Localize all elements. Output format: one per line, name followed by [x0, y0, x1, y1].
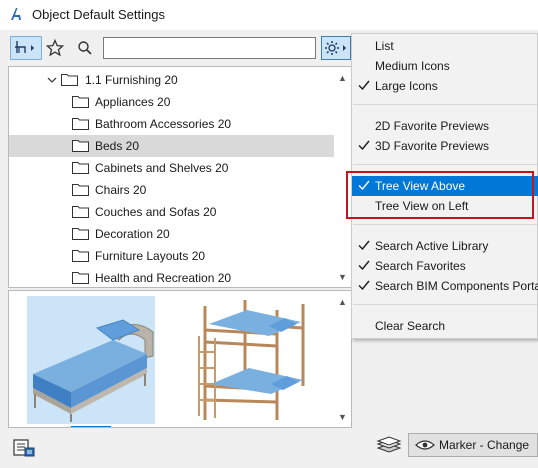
- title-bar: Object Default Settings: [0, 0, 538, 30]
- menu-item-medium-icons[interactable]: Medium Icons: [352, 56, 538, 76]
- folder-icon: [72, 228, 89, 240]
- menu-item-large-icons[interactable]: Large Icons: [352, 76, 538, 96]
- checkmark-icon: [358, 260, 370, 271]
- marker-change-label: Marker - Change: [439, 438, 530, 452]
- chevron-down-icon[interactable]: [46, 74, 58, 86]
- menu-item-search-bim-components-portal[interactable]: Search BIM Components Portal: [352, 276, 538, 296]
- tree-item[interactable]: Decoration 20: [9, 223, 335, 245]
- menu-item-clear-search[interactable]: Clear Search: [352, 316, 538, 336]
- folder-icon: [72, 140, 89, 152]
- favorites-button[interactable]: [44, 36, 66, 60]
- window-title: Object Default Settings: [32, 7, 165, 22]
- menu-item-3d-favorite-previews[interactable]: 3D Favorite Previews: [352, 136, 538, 156]
- menu-item-label: Tree View Above: [375, 179, 466, 193]
- menu-separator: [353, 104, 538, 105]
- gear-icon: [325, 41, 346, 55]
- archicad-app-icon: [8, 6, 24, 22]
- checkmark-icon: [358, 240, 370, 251]
- menu-item-label: Search Active Library: [375, 239, 489, 253]
- tree-item-label: Bathroom Accessories 20: [95, 117, 232, 131]
- checkmark-icon: [358, 140, 370, 151]
- tree-item[interactable]: Appliances 20: [9, 91, 335, 113]
- folder-icon: [72, 184, 89, 196]
- folder-icon: [72, 206, 89, 218]
- tree-parent-label: 1.1 Furnishing 20: [85, 73, 178, 87]
- folder-icon: [72, 250, 89, 262]
- tree-item-label: Couches and Sofas 20: [95, 205, 217, 219]
- menu-item-label: List: [375, 39, 394, 53]
- menu-item-label: Medium Icons: [375, 59, 450, 73]
- tree-item-label: Beds 20: [95, 139, 140, 153]
- bunk-bed-preview[interactable]: [185, 296, 315, 424]
- checkmark-icon: [358, 80, 370, 91]
- browser-toolbar: [0, 30, 352, 66]
- folder-icon: [61, 74, 78, 86]
- object-default-settings-window: Object Default Settings 1.1 Furnishing 2…: [0, 0, 538, 468]
- tree-item[interactable]: Cabinets and Shelves 20: [9, 157, 335, 179]
- search-button[interactable]: [74, 36, 96, 60]
- menu-item-2d-favorite-previews[interactable]: 2D Favorite Previews: [352, 116, 538, 136]
- preview-selection-indicator: [71, 426, 111, 427]
- library-tree[interactable]: 1.1 Furnishing 20 Appliances 20 Bathroom…: [8, 66, 352, 288]
- menu-separator: [353, 304, 538, 305]
- menu-item-search-favorites[interactable]: Search Favorites: [352, 256, 538, 276]
- tree-item-selected[interactable]: Beds 20: [9, 135, 335, 157]
- tree-item[interactable]: Chairs 20: [9, 179, 335, 201]
- tree-item-label: Health and Recreation 20: [95, 271, 232, 285]
- folder-icon: [72, 272, 89, 284]
- tree-item[interactable]: Furniture Layouts 20: [9, 245, 335, 267]
- object-preview-panel: ▲ ▼: [8, 290, 352, 428]
- menu-separator: [353, 164, 538, 165]
- star-icon: [46, 39, 64, 57]
- menu-item-label: Clear Search: [375, 319, 446, 333]
- search-input[interactable]: [103, 37, 316, 59]
- tree-parent-row[interactable]: 1.1 Furnishing 20: [9, 69, 335, 91]
- tree-item-label: Chairs 20: [95, 183, 147, 197]
- menu-item-label: Search BIM Components Portal: [375, 279, 538, 293]
- menu-item-label: Search Favorites: [375, 259, 466, 273]
- library-manager-button[interactable]: [12, 436, 36, 458]
- folder-icon: [72, 162, 89, 174]
- folder-icon: [72, 118, 89, 130]
- folder-icon: [72, 96, 89, 108]
- search-icon: [78, 41, 92, 55]
- tree-item-label: Decoration 20: [95, 227, 170, 241]
- menu-item-label: 3D Favorite Previews: [375, 139, 490, 153]
- single-bed-preview[interactable]: [27, 296, 155, 424]
- layers-stack-icon: [376, 436, 402, 454]
- tree-item[interactable]: Couches and Sofas 20: [9, 201, 335, 223]
- menu-item-search-active-library[interactable]: Search Active Library: [352, 236, 538, 256]
- scroll-up-arrow-icon[interactable]: ▲: [334, 293, 351, 310]
- menu-item-list[interactable]: List: [352, 36, 538, 56]
- library-manager-icon: [13, 439, 35, 457]
- tree-item-label: Furniture Layouts 20: [95, 249, 206, 263]
- tree-item-label: Cabinets and Shelves 20: [95, 161, 229, 175]
- chair-icon: [15, 41, 34, 53]
- scroll-down-arrow-icon[interactable]: ▼: [334, 268, 351, 285]
- tree-scrollbar[interactable]: ▲ ▼: [334, 67, 351, 287]
- tree-item-label: Appliances 20: [95, 95, 171, 109]
- scroll-down-arrow-icon[interactable]: ▼: [334, 408, 351, 425]
- eye-icon: [415, 440, 435, 450]
- marker-change-button[interactable]: Marker - Change: [408, 433, 538, 457]
- bunk-bed-image: [198, 300, 305, 420]
- menu-item-tree-view-above[interactable]: Tree View Above: [352, 176, 538, 196]
- tree-item[interactable]: Bathroom Accessories 20: [9, 113, 335, 135]
- view-options-menu: List Medium Icons Large Icons 2D Favorit…: [351, 33, 538, 339]
- checkmark-icon: [358, 280, 370, 291]
- tree-item[interactable]: Health and Recreation 20: [9, 267, 335, 287]
- menu-item-label: Large Icons: [375, 79, 438, 93]
- menu-item-label: 2D Favorite Previews: [375, 119, 490, 133]
- bed-image: [33, 319, 154, 422]
- settings-menu-button[interactable]: [321, 36, 351, 60]
- menu-separator: [353, 224, 538, 225]
- menu-item-label: Tree View on Left: [375, 199, 469, 213]
- scroll-up-arrow-icon[interactable]: ▲: [334, 69, 351, 86]
- checkmark-icon: [358, 180, 370, 191]
- preview-scrollbar[interactable]: ▲ ▼: [334, 291, 351, 427]
- menu-item-tree-view-on-left[interactable]: Tree View on Left: [352, 196, 538, 216]
- object-view-button[interactable]: [10, 36, 42, 60]
